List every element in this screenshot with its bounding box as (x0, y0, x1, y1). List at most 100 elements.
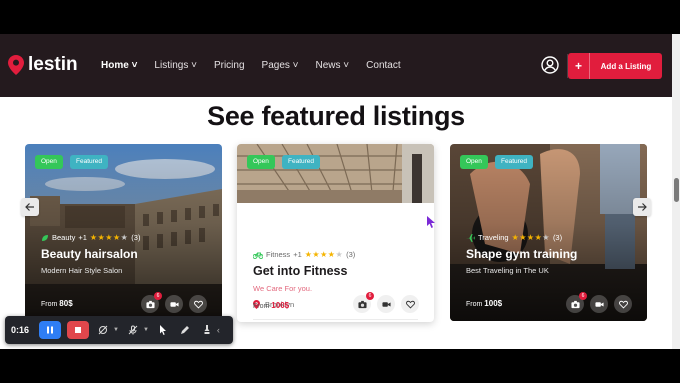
listing-card-gym[interactable]: Open Featured Traveling ★★★★★ (3) Shape … (450, 144, 647, 321)
category-label[interactable]: Fitness (266, 250, 290, 259)
card-actions: 6 (353, 292, 419, 313)
pen-tool-button[interactable] (177, 321, 193, 339)
main-menu: Home ˅ Listings ˅ Pricing Pages ˅ News ˅… (101, 60, 401, 71)
user-account-icon[interactable] (541, 56, 559, 74)
airplane-icon (466, 233, 475, 242)
site-logo[interactable]: lestin (8, 54, 78, 76)
menu-item-listings[interactable]: Listings ˅ (154, 60, 197, 71)
video-frame: lestin Home ˅ Listings ˅ Pricing Pages ˅… (0, 0, 680, 383)
chevron-down-icon[interactable]: ▼ (143, 327, 149, 333)
listing-price: From 100$ (466, 299, 503, 308)
rating-stars: ★★★★★ (89, 233, 129, 242)
card-actions: 6 (566, 292, 632, 313)
highlighter-icon (204, 325, 210, 334)
stop-icon (75, 327, 81, 333)
featured-badge: Featured (282, 155, 321, 169)
chevron-down-icon[interactable]: ▼ (113, 327, 119, 333)
favorite-button[interactable] (614, 295, 632, 313)
card-actions: 6 (141, 292, 207, 313)
video-camera-icon (169, 301, 179, 307)
plus-icon: + (568, 53, 590, 79)
microphone-off-icon (128, 325, 138, 335)
menu-item-pages[interactable]: Pages ˅ (262, 60, 299, 71)
photo-count-badge: 6 (366, 292, 374, 300)
category-extra: +1 (293, 250, 302, 259)
screen-recorder-toolbar: 0:16 ▼ ▼ ‹ (5, 316, 233, 344)
listing-price: From 100$ (253, 301, 290, 310)
category-row: Traveling ★★★★★ (3) (466, 233, 562, 242)
listing-title[interactable]: Shape gym training (466, 247, 577, 261)
listing-title[interactable]: Get into Fitness (253, 264, 347, 278)
camera-toggle-button[interactable] (95, 321, 111, 339)
heart-icon (193, 300, 203, 309)
carousel-next-button[interactable] (633, 198, 651, 216)
camera-icon (357, 300, 367, 308)
favorite-button[interactable] (189, 295, 207, 313)
favorite-button[interactable] (401, 295, 419, 313)
photo-count-badge: 6 (579, 292, 587, 300)
featured-badge: Featured (70, 155, 109, 169)
webpage: lestin Home ˅ Listings ˅ Pricing Pages ˅… (0, 34, 672, 349)
rating-stars: ★★★★★ (304, 250, 344, 259)
rating-count: (3) (552, 233, 563, 242)
video-button[interactable] (165, 295, 183, 313)
cursor-arrow-icon (159, 325, 166, 335)
microphone-toggle-button[interactable] (125, 321, 141, 339)
camera-icon (570, 300, 580, 308)
category-label[interactable]: Traveling (478, 233, 509, 242)
category-row: Beauty +1 ★★★★★ (3) (41, 233, 140, 242)
menu-item-news[interactable]: News ˅ (316, 60, 350, 71)
camera-icon (145, 300, 155, 308)
pen-icon (180, 326, 189, 334)
pointer-tool-button[interactable] (155, 321, 171, 339)
gallery-button[interactable]: 6 (141, 292, 162, 313)
arrow-right-icon (638, 203, 647, 211)
carousel-prev-button[interactable] (21, 198, 39, 216)
top-navbar: lestin Home ˅ Listings ˅ Pricing Pages ˅… (0, 34, 672, 97)
bicycle-icon (253, 252, 263, 259)
menu-item-contact[interactable]: Contact (366, 60, 400, 71)
listing-card-fitness[interactable]: Open Featured Fitness +1 ★★★★★ (3) Get i… (237, 144, 434, 322)
open-badge: Open (460, 155, 488, 169)
listing-title[interactable]: Beauty hairsalon (41, 247, 138, 261)
map-pin-logo-icon (8, 55, 24, 75)
scrollbar-thumb[interactable] (674, 178, 679, 202)
heart-icon (618, 300, 628, 309)
photo-count-badge: 6 (154, 292, 162, 300)
gallery-button[interactable]: 6 (566, 292, 587, 313)
add-listing-button[interactable]: + Add a Listing (568, 53, 662, 79)
category-row: Fitness +1 ★★★★★ (3) (253, 250, 355, 259)
collapse-toolbar-icon[interactable]: ‹ (217, 325, 220, 335)
listing-image (237, 144, 434, 203)
arrow-left-icon (25, 203, 34, 211)
rating-count: (3) (131, 233, 141, 242)
listing-price: From 80$ (41, 299, 73, 308)
category-label[interactable]: Beauty (52, 233, 75, 242)
camera-off-icon (98, 325, 108, 335)
logo-text: lestin (28, 54, 78, 75)
video-camera-icon (381, 301, 391, 307)
gym-ceiling-photo (237, 144, 434, 203)
heart-icon (405, 300, 415, 309)
rating-stars: ★★★★★ (511, 233, 550, 242)
listing-subtitle: We Care For you. (253, 284, 313, 293)
recording-timer: 0:16 (11, 325, 30, 335)
leaf-icon (42, 234, 48, 241)
menu-item-pricing[interactable]: Pricing (214, 60, 245, 71)
video-button[interactable] (377, 295, 395, 313)
video-button[interactable] (590, 295, 608, 313)
menu-item-home[interactable]: Home ˅ (101, 60, 137, 71)
chevron-down-icon: ˅ (289, 60, 299, 71)
category-extra: +1 (78, 233, 87, 242)
open-badge: Open (247, 155, 275, 169)
video-camera-icon (594, 301, 604, 307)
highlighter-tool-button[interactable] (199, 321, 215, 339)
stop-button[interactable] (67, 321, 89, 339)
card-divider (253, 319, 418, 320)
chevron-down-icon: ˅ (128, 60, 138, 71)
pause-icon (47, 326, 53, 334)
chevron-down-icon: ˅ (340, 60, 350, 71)
listing-card-beauty[interactable]: Open Featured Beauty +1 ★★★★★ (3) Beauty… (25, 144, 222, 321)
pause-button[interactable] (39, 321, 61, 339)
gallery-button[interactable]: 6 (353, 292, 374, 313)
